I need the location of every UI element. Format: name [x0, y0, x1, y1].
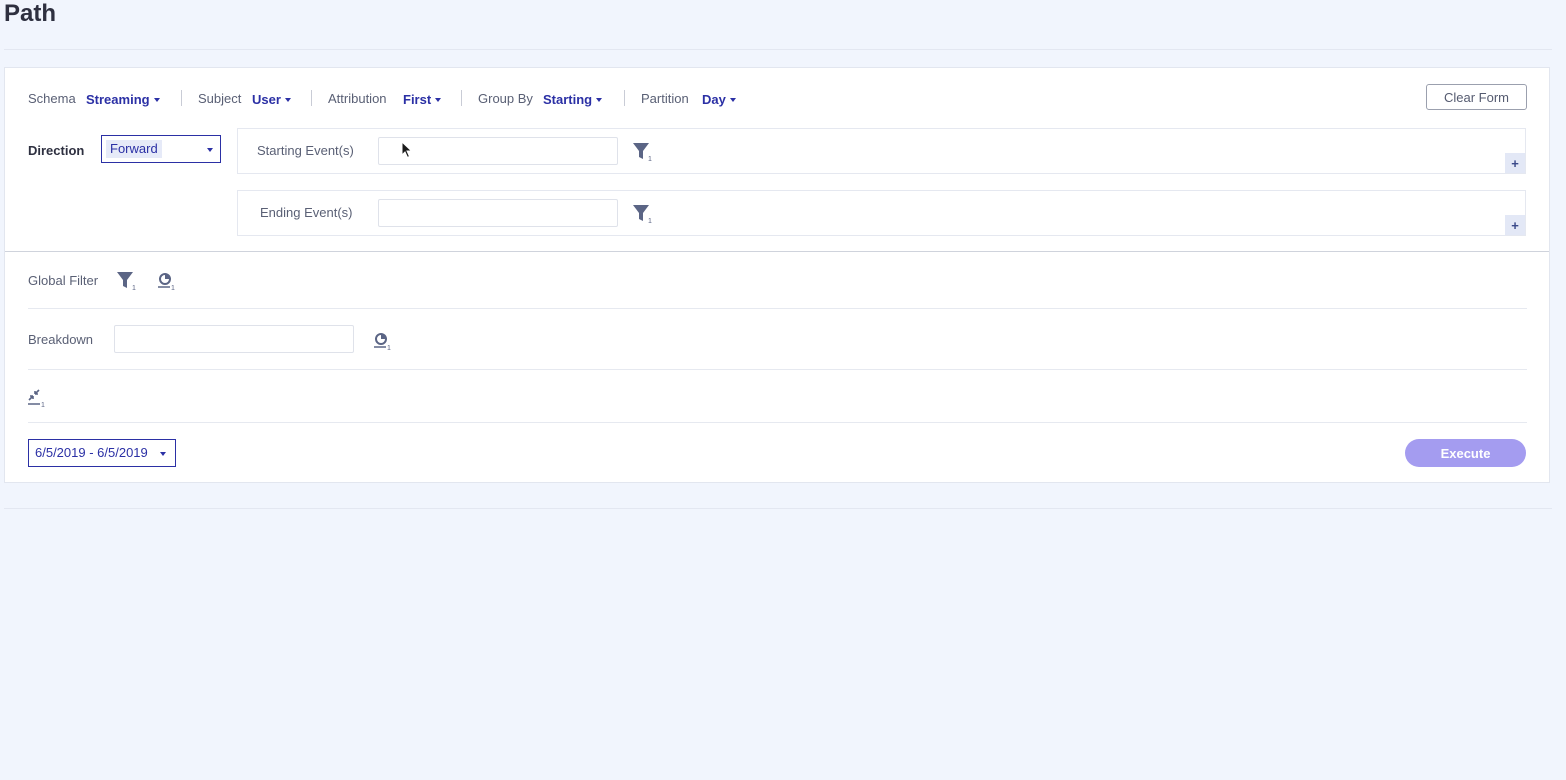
breakdown-label: Breakdown [28, 332, 94, 347]
chevron-down-icon [153, 98, 160, 102]
chevron-down-icon [729, 98, 736, 102]
subject-value: User [252, 92, 281, 107]
filter-icon[interactable]: 1 [632, 142, 654, 162]
direction-label: Direction [28, 143, 85, 158]
svg-text:1: 1 [132, 285, 136, 291]
attribution-value: First [403, 92, 432, 107]
execute-button[interactable]: Execute [1405, 439, 1526, 467]
clear-form-button[interactable]: Clear Form [1426, 84, 1527, 110]
add-starting-event-button[interactable]: + [1505, 153, 1525, 173]
breakdown-input[interactable] [114, 325, 354, 353]
toolbar-separator [181, 90, 182, 106]
subject-dropdown[interactable]: User [252, 91, 291, 109]
attribution-dropdown[interactable]: First [403, 91, 442, 109]
svg-text:1: 1 [648, 156, 652, 162]
group-by-value: Starting [543, 92, 593, 107]
svg-text:1: 1 [41, 402, 45, 408]
ending-events-label: Ending Event(s) [260, 205, 353, 220]
chevron-down-icon [284, 98, 291, 102]
toolbar-separator [624, 90, 625, 106]
subject-label: Subject [198, 91, 242, 106]
starting-events-input[interactable] [378, 137, 618, 165]
mouse-cursor-icon [401, 141, 413, 159]
schema-dropdown[interactable]: Streaming [86, 91, 160, 109]
section-divider [28, 308, 1527, 309]
direction-select[interactable]: Forward [101, 135, 221, 163]
section-divider [5, 251, 1549, 252]
chevron-down-icon [435, 98, 442, 102]
filter-icon[interactable]: 1 [632, 204, 654, 224]
bottom-divider [4, 508, 1552, 509]
segment-icon[interactable]: 1 [372, 331, 394, 351]
segment-icon[interactable]: 1 [156, 271, 178, 291]
svg-text:1: 1 [648, 218, 652, 224]
schema-value: Streaming [86, 92, 150, 107]
svg-text:1: 1 [387, 345, 391, 351]
svg-text:1: 1 [171, 285, 175, 291]
schema-label: Schema [28, 91, 76, 106]
chevron-down-icon [160, 452, 166, 456]
ending-events-input[interactable] [378, 199, 618, 227]
ending-events-box: Ending Event(s) 1 + [237, 190, 1526, 236]
chevron-down-icon [207, 148, 213, 152]
attribution-label: Attribution [328, 91, 387, 106]
page-title: Path [4, 0, 57, 27]
toolbar-separator [461, 90, 462, 106]
filter-icon[interactable]: 1 [116, 271, 138, 291]
starting-events-box: Starting Event(s) 1 + [237, 128, 1526, 174]
partition-dropdown[interactable]: Day [702, 91, 736, 109]
date-range-select[interactable]: 6/5/2019 - 6/5/2019 [28, 439, 176, 467]
chevron-down-icon [596, 98, 603, 102]
collapse-arrows-icon[interactable]: 1 [27, 388, 49, 408]
path-query-panel: Schema Streaming Subject User Attributio… [4, 67, 1550, 483]
group-by-label: Group By [478, 91, 533, 106]
section-divider [28, 369, 1527, 370]
group-by-dropdown[interactable]: Starting [543, 91, 603, 109]
date-range-value: 6/5/2019 - 6/5/2019 [35, 445, 148, 460]
title-divider [4, 49, 1552, 50]
partition-label: Partition [641, 91, 689, 106]
global-filter-label: Global Filter [28, 273, 99, 288]
partition-value: Day [702, 92, 726, 107]
starting-events-label: Starting Event(s) [257, 143, 354, 158]
add-ending-event-button[interactable]: + [1505, 215, 1525, 235]
toolbar-separator [311, 90, 312, 106]
direction-value: Forward [106, 140, 162, 158]
section-divider [28, 422, 1527, 423]
